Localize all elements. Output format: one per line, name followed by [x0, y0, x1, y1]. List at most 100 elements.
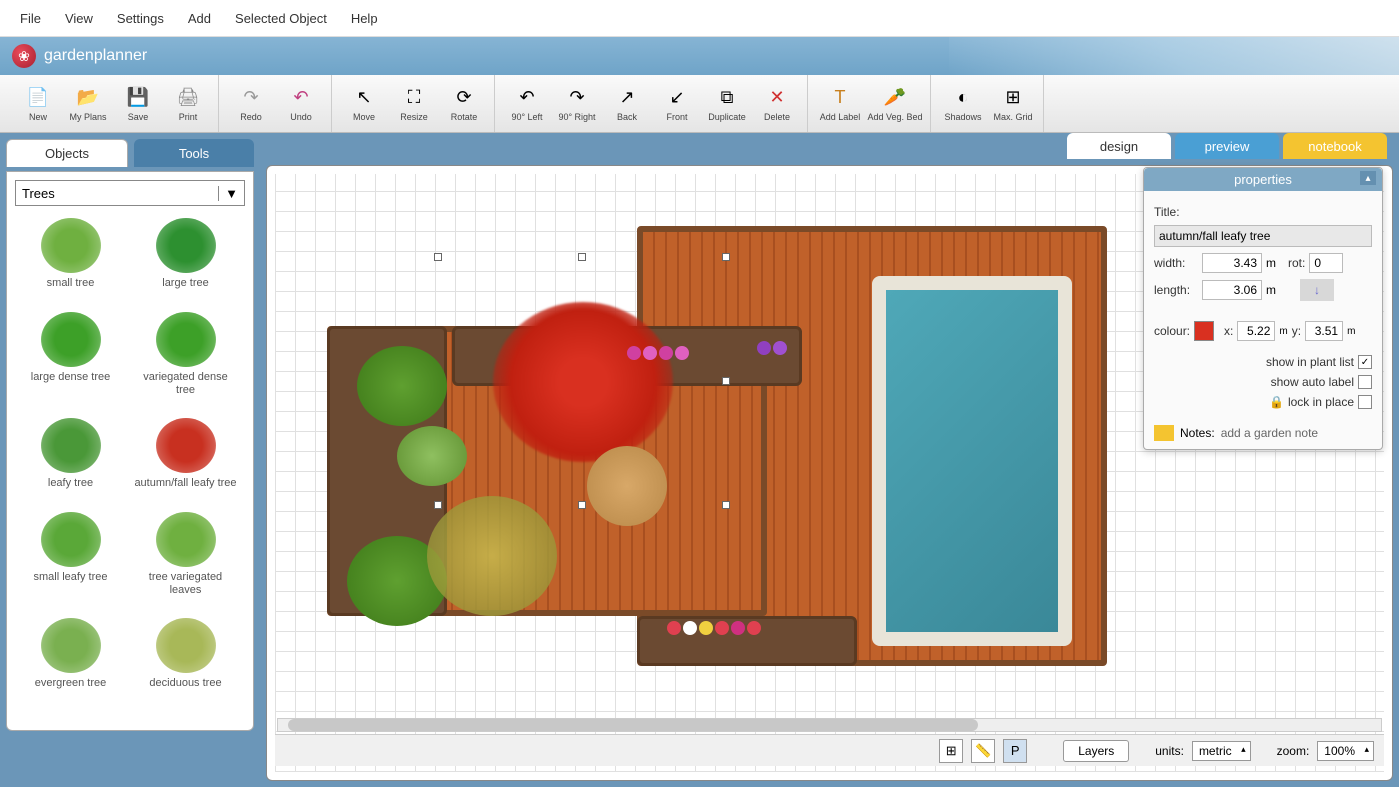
show-autolabel-checkbox[interactable]	[1358, 375, 1372, 389]
tree-icon[interactable]	[397, 426, 467, 486]
add-label-button[interactable]: TAdd Label	[816, 80, 864, 128]
add-vegbed-button[interactable]: 🥕Add Veg. Bed	[866, 80, 924, 128]
undo-button[interactable]: ↶Undo	[277, 80, 325, 128]
flowers-icon[interactable]	[667, 621, 847, 635]
object-label: small leafy tree	[34, 571, 108, 584]
show-autolabel-label: show auto label	[1271, 375, 1354, 389]
rotate-left-button[interactable]: ↶90° Left	[503, 80, 551, 128]
object-label: small tree	[47, 277, 95, 290]
tree-icon	[41, 312, 101, 367]
maxgrid-button[interactable]: ⊞Max. Grid	[989, 80, 1037, 128]
show-plantlist-label: show in plant list	[1266, 355, 1354, 369]
colour-swatch[interactable]	[1194, 321, 1214, 341]
title-input[interactable]	[1154, 225, 1372, 247]
object-label: large tree	[162, 277, 208, 290]
tab-objects[interactable]: Objects	[6, 139, 128, 167]
object-label: deciduous tree	[149, 677, 221, 690]
tree-icon	[41, 512, 101, 567]
object-item[interactable]: variegated dense tree	[130, 308, 241, 411]
flip-button[interactable]: ↓	[1300, 279, 1334, 301]
table-icon[interactable]	[587, 446, 667, 526]
object-label: large dense tree	[31, 371, 111, 384]
tree-icon	[156, 618, 216, 673]
ruler-toggle-icon[interactable]: 📏	[971, 739, 995, 763]
object-label: evergreen tree	[35, 677, 107, 690]
objects-panel: Trees ▼ small tree large tree large dense …	[6, 171, 254, 731]
menu-add[interactable]: Add	[176, 11, 223, 26]
units-label: units:	[1155, 744, 1184, 758]
zoom-select[interactable]: 100%	[1317, 741, 1374, 761]
scrollbar-thumb[interactable]	[288, 719, 978, 731]
object-item[interactable]: leafy tree	[15, 414, 126, 504]
notes-icon	[1154, 425, 1174, 441]
grid-toggle-icon[interactable]: ⊞	[939, 739, 963, 763]
menubar: File View Settings Add Selected Object H…	[0, 0, 1399, 37]
object-grid[interactable]: small tree large tree large dense tree vari…	[15, 214, 245, 704]
tree-icon	[156, 418, 216, 473]
send-back-button[interactable]: ↗Back	[603, 80, 651, 128]
perspective-toggle[interactable]: P	[1003, 739, 1027, 763]
width-label: width:	[1154, 256, 1198, 270]
length-input[interactable]	[1202, 280, 1262, 300]
lock-checkbox[interactable]	[1358, 395, 1372, 409]
object-item[interactable]: small leafy tree	[15, 508, 126, 611]
tree-icon[interactable]	[427, 496, 557, 616]
tab-preview[interactable]: preview	[1175, 133, 1279, 159]
tab-design[interactable]: design	[1067, 133, 1171, 159]
rotate-button[interactable]: ⟳Rotate	[440, 80, 488, 128]
menu-selected-object[interactable]: Selected Object	[223, 11, 339, 26]
x-input[interactable]	[1237, 321, 1275, 341]
shadows-button[interactable]: ◐Shadows	[939, 80, 987, 128]
menu-settings[interactable]: Settings	[105, 11, 176, 26]
garden-plan[interactable]	[327, 226, 1107, 666]
dropdown-icon: ▼	[218, 186, 238, 201]
object-item[interactable]: small tree	[15, 214, 126, 304]
app-title: gardenplanner	[44, 47, 147, 65]
object-item[interactable]: tree variegated leaves	[130, 508, 241, 611]
rotate-right-button[interactable]: ↷90° Right	[553, 80, 601, 128]
move-button[interactable]: ↖Move	[340, 80, 388, 128]
y-input[interactable]	[1305, 321, 1343, 341]
object-label: variegated dense tree	[134, 371, 237, 397]
save-button[interactable]: 💾Save	[114, 80, 162, 128]
tree-icon[interactable]	[357, 346, 447, 426]
tab-notebook[interactable]: notebook	[1283, 133, 1387, 159]
delete-button[interactable]: ✕Delete	[753, 80, 801, 128]
pool[interactable]	[872, 276, 1072, 646]
bring-front-button[interactable]: ↙Front	[653, 80, 701, 128]
collapse-icon[interactable]: ▴	[1360, 171, 1376, 185]
object-item[interactable]: large dense tree	[15, 308, 126, 411]
object-item[interactable]: autumn/fall leafy tree	[130, 414, 241, 504]
menu-view[interactable]: View	[53, 11, 105, 26]
selected-object[interactable]	[437, 256, 727, 506]
tree-icon	[41, 618, 101, 673]
app-logo-icon: ❀	[12, 44, 36, 68]
menu-file[interactable]: File	[8, 11, 53, 26]
width-input[interactable]	[1202, 253, 1262, 273]
new-button[interactable]: 📄New	[14, 80, 62, 128]
left-panel: Objects Tools Trees ▼ small tree large tr…	[0, 133, 260, 787]
horizontal-scrollbar[interactable]	[277, 718, 1382, 732]
autumn-tree-icon	[493, 302, 673, 462]
object-item[interactable]: evergreen tree	[15, 614, 126, 704]
category-dropdown[interactable]: Trees ▼	[15, 180, 245, 206]
units-select[interactable]: metric	[1192, 741, 1251, 761]
object-item[interactable]: large tree	[130, 214, 241, 304]
rot-input[interactable]	[1309, 253, 1343, 273]
flowers-icon[interactable]	[757, 341, 837, 355]
notes-hint[interactable]: add a garden note	[1221, 426, 1318, 440]
print-button[interactable]: 🖨Print	[164, 80, 212, 128]
myplans-button[interactable]: 📂My Plans	[64, 80, 112, 128]
resize-button[interactable]: ⛶Resize	[390, 80, 438, 128]
show-plantlist-checkbox[interactable]: ✓	[1358, 355, 1372, 369]
layers-button[interactable]: Layers	[1063, 740, 1129, 762]
tree-icon	[156, 312, 216, 367]
tab-tools[interactable]: Tools	[134, 139, 254, 167]
object-label: leafy tree	[48, 477, 93, 490]
properties-header[interactable]: properties ▴	[1144, 168, 1382, 191]
redo-button[interactable]: ↷Redo	[227, 80, 275, 128]
object-item[interactable]: deciduous tree	[130, 614, 241, 704]
duplicate-button[interactable]: ⧉Duplicate	[703, 80, 751, 128]
menu-help[interactable]: Help	[339, 11, 390, 26]
tree-icon	[156, 512, 216, 567]
